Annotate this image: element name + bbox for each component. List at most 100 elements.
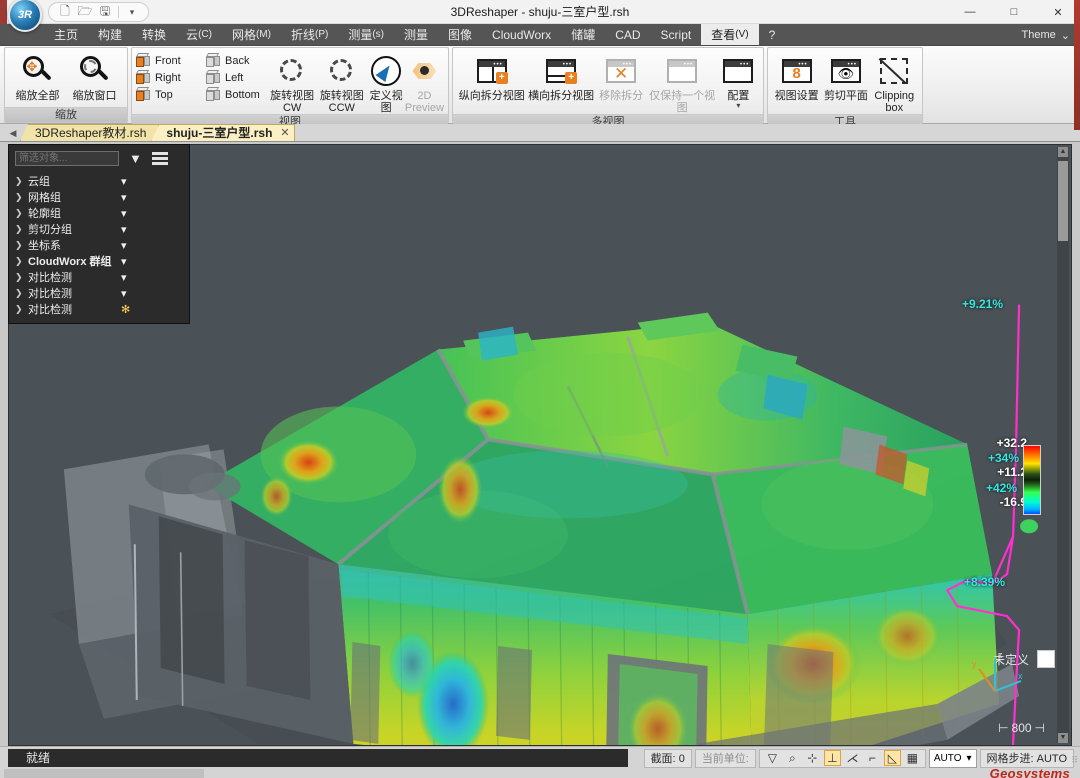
maximize-button[interactable]: □ — [992, 0, 1036, 24]
chevron-right-icon[interactable]: ❯ — [15, 272, 23, 283]
tree-item-comparison-3[interactable]: ❯ 对比检测 ✻ — [9, 301, 189, 317]
tree-item-comparison-1[interactable]: ❯ 对比检测 ▾ — [9, 269, 189, 285]
rotate-view-cw-button[interactable]: 旋转视图 CW — [268, 51, 316, 114]
clipping-plane-button[interactable]: ••• 👁 剪切平面 — [821, 51, 870, 102]
menu-item-image[interactable]: 图像 — [438, 24, 482, 45]
tree-item-cloudworx-group[interactable]: ❯ CloudWorx 群组 ▾ — [9, 253, 189, 269]
menu-item-convert[interactable]: 转换 — [132, 24, 176, 45]
menu-mnemonic: (s) — [372, 29, 385, 40]
rotate-view-ccw-button[interactable]: 旋转视图 CCW — [316, 51, 367, 114]
clipping-box-icon — [877, 54, 911, 88]
minimize-button[interactable]: — — [948, 0, 992, 24]
menu-item-cloud[interactable]: 云 (C) — [176, 24, 222, 45]
zoom-all-button[interactable]: ✥ 缩放全部 — [9, 51, 66, 102]
define-view-button[interactable]: 定义视图 — [367, 51, 405, 114]
snap-midpoint-icon[interactable]: ⊹ — [804, 750, 821, 766]
grid-icon[interactable]: ▦ — [904, 750, 921, 766]
chevron-right-icon[interactable]: ❯ — [15, 224, 23, 235]
chevron-right-icon[interactable]: ❯ — [15, 192, 23, 203]
menu-item-help[interactable]: ? — [759, 24, 786, 45]
tree-item-contour-group[interactable]: ❯ 轮廓组 ▾ — [9, 205, 189, 221]
chevron-right-icon[interactable]: ❯ — [15, 240, 23, 251]
filter-input[interactable] — [15, 150, 119, 166]
snap-magnifier-icon[interactable]: ⌕ — [784, 750, 801, 766]
configure-views-button[interactable]: ••• 配置 ▾ — [718, 51, 759, 110]
snap-center-icon[interactable]: ⊥ — [823, 750, 841, 766]
undefined-color-swatch[interactable] — [1037, 650, 1055, 668]
theme-selector[interactable]: Theme ⌄ — [1016, 25, 1076, 45]
2d-preview-button[interactable]: 2D Preview — [405, 51, 444, 114]
menu-item-measure[interactable]: 测量 — [394, 24, 438, 45]
view-back-button[interactable]: Back — [205, 53, 268, 68]
grid-step-label: 网格步进: — [986, 752, 1034, 765]
chevron-right-icon[interactable]: ❯ — [15, 256, 23, 267]
button-label: 旋转视图 CW — [270, 90, 315, 114]
tree-item-cloud-group[interactable]: ❯ 云组 ▾ — [9, 173, 189, 189]
auto-mode-select[interactable]: AUTO ▾ — [928, 748, 977, 768]
scroll-up-arrow[interactable]: ▲ — [1058, 147, 1068, 157]
visibility-bulb-icon[interactable]: ▾ — [121, 239, 127, 252]
tree-item-clipping-group[interactable]: ❯ 剪切分组 ▾ — [9, 221, 189, 237]
menu-item-measure-s[interactable]: 测量 (s) — [338, 24, 394, 45]
chevron-right-icon[interactable]: ❯ — [15, 288, 23, 299]
menu-item-script[interactable]: Script — [651, 24, 702, 45]
close-icon[interactable]: ✕ — [280, 125, 289, 142]
clipping-box-button[interactable]: Clipping box — [871, 51, 918, 114]
document-tab-1[interactable]: 3DReshaper教材.rsh — [20, 124, 159, 141]
menu-item-view[interactable]: 查看 (V) — [701, 24, 759, 45]
view-settings-button[interactable]: ••• 8 视图设置 — [772, 51, 821, 102]
visibility-bulb-icon[interactable]: ▾ — [121, 287, 127, 300]
view-front-button[interactable]: Front — [135, 53, 198, 68]
menu-item-cad[interactable]: CAD — [605, 24, 650, 45]
document-tab-2[interactable]: shuju-三室户型.rsh ✕ — [151, 124, 295, 142]
view-top-button[interactable]: Top — [135, 87, 198, 102]
menu-item-home[interactable]: 主页 — [44, 24, 88, 45]
funnel-filter-icon[interactable]: ▼ — [129, 151, 142, 166]
visibility-bulb-icon[interactable]: ✻ — [121, 303, 130, 316]
button-label: 缩放窗口 — [72, 90, 117, 102]
menu-item-mesh[interactable]: 网格 (M) — [222, 24, 281, 45]
tree-item-coordinate-system[interactable]: ❯ 坐标系 ▾ — [9, 237, 189, 253]
menu-item-build[interactable]: 构建 — [88, 24, 132, 45]
scroll-thumb[interactable] — [1058, 161, 1068, 241]
tree-item-label: 对比检测 — [28, 304, 72, 316]
menu-item-polyline[interactable]: 折线 (P) — [281, 24, 338, 45]
snap-tangent-icon[interactable]: ⋌ — [844, 750, 861, 766]
chevron-right-icon[interactable]: ❯ — [15, 304, 23, 315]
split-horizontal-button[interactable]: ••• + 横向拆分视图 — [526, 51, 595, 102]
viewport-scrollbar-vertical[interactable]: ▲ ▼ — [1057, 147, 1069, 743]
snap-clip-icon[interactable]: ◺ — [883, 750, 901, 766]
tree-item-label: 云组 — [28, 176, 50, 188]
scroll-down-arrow[interactable]: ▼ — [1058, 733, 1068, 743]
grid-step-cell: 网格步进: AUTO — [979, 748, 1074, 768]
visibility-bulb-icon[interactable]: ▾ — [121, 175, 127, 188]
visibility-bulb-icon[interactable]: ▾ — [121, 271, 127, 284]
visibility-bulb-icon[interactable]: ▾ — [121, 191, 127, 204]
view-left-button[interactable]: Left — [205, 70, 268, 85]
tree-item-label: 网格组 — [28, 192, 61, 204]
visibility-bulb-icon[interactable]: ▾ — [121, 207, 127, 220]
chevron-right-icon[interactable]: ❯ — [15, 176, 23, 187]
visibility-bulb-icon[interactable]: ▾ — [121, 223, 127, 236]
view-bottom-button[interactable]: Bottom — [205, 87, 268, 102]
snap-perpendicular-icon[interactable]: ⌐ — [864, 750, 881, 766]
split-vertical-button[interactable]: ••• + 纵向拆分视图 — [457, 51, 526, 102]
deviation-label-7: +8.39% — [963, 575, 1005, 589]
tab-scroll-left-icon[interactable]: ◀ — [6, 125, 20, 141]
hamburger-menu-icon[interactable] — [151, 151, 168, 165]
tree-item-comparison-2[interactable]: ❯ 对比检测 ▾ — [9, 285, 189, 301]
remove-split-button[interactable]: ••• ✕ 移除拆分 — [596, 51, 647, 102]
chevron-down-icon[interactable]: ▾ — [736, 102, 740, 110]
keep-one-view-button[interactable]: ••• 仅保持一个视图 — [646, 51, 717, 114]
view-right-button[interactable]: Right — [135, 70, 198, 85]
visibility-bulb-icon[interactable]: ▾ — [121, 255, 127, 268]
chevron-right-icon[interactable]: ❯ — [15, 208, 23, 219]
snap-triangle-icon[interactable]: ▽ — [764, 750, 781, 766]
menu-item-cloudworx[interactable]: CloudWorx — [482, 24, 561, 45]
menu-item-tank[interactable]: 储罐 — [561, 24, 605, 45]
tree-item-mesh-group[interactable]: ❯ 网格组 ▾ — [9, 189, 189, 205]
object-tree-panel: ▼ ❯ 云组 ▾ ❯ 网格组 ▾ ❯ 轮廓组 ▾ ❯ 剪切分组 ▾ — [8, 144, 190, 324]
zoom-window-button[interactable]: 缩放窗口 — [66, 51, 123, 102]
resize-grip-icon[interactable]: ⠿ — [1071, 755, 1078, 766]
horizontal-scrollbar[interactable] — [4, 769, 204, 778]
